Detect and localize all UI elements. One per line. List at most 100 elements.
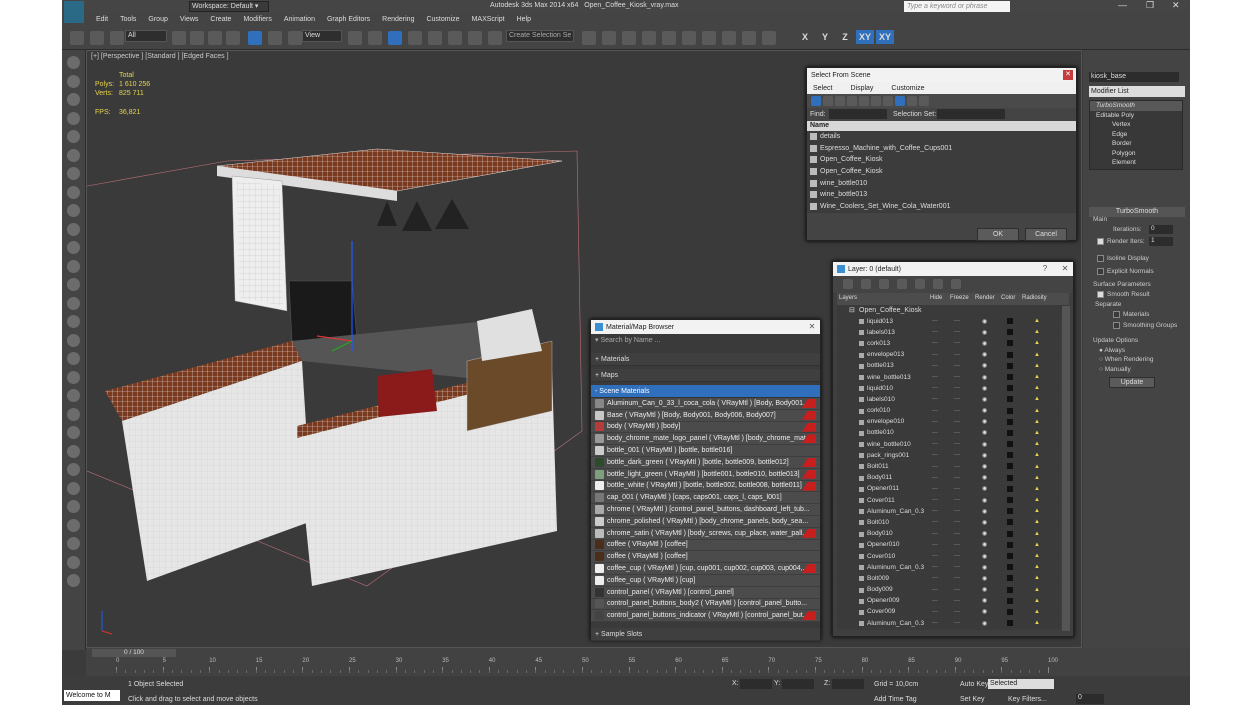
material-item[interactable]: chrome_polished ( VRayMtl ) [body_chrome… [591, 515, 820, 528]
left-tool-22[interactable] [67, 463, 80, 476]
hide-toggle-icon[interactable]: ··· [932, 475, 938, 481]
render-toggle-icon[interactable]: ◉ [982, 608, 987, 615]
render-toggle-icon[interactable]: ◉ [982, 541, 987, 548]
layer-row[interactable]: Aluminum_Can_0.3 ··· ··· ◉ ▲ [837, 618, 1061, 630]
freeze-toggle-icon[interactable]: ··· [954, 519, 960, 525]
freeze-toggle-icon[interactable]: ··· [954, 486, 960, 492]
toolbar-button-27[interactable] [762, 31, 776, 45]
material-item[interactable]: bottle_dark_green ( VRayMtl ) [bottle, b… [591, 456, 820, 469]
color-swatch-icon[interactable] [1007, 575, 1013, 582]
menu-modifiers[interactable]: Modifiers [243, 16, 271, 23]
layer-row[interactable]: Bolt010 ··· ··· ◉ ▲ [837, 517, 1061, 529]
scene-object-row[interactable]: wine_bottle013 [807, 189, 1076, 202]
left-tool-0[interactable] [67, 56, 80, 69]
color-swatch-icon[interactable] [1007, 385, 1013, 392]
z-coord-input[interactable] [832, 679, 864, 689]
radiosity-icon[interactable]: ▲ [1034, 385, 1040, 391]
menu-maxscript[interactable]: MAXScript [472, 16, 505, 23]
toolbar-button-19[interactable] [602, 31, 616, 45]
sample-slots-section[interactable]: + Sample Slots [591, 628, 820, 641]
hide-toggle-icon[interactable]: ··· [932, 542, 938, 548]
axis-xy-button[interactable]: XY [856, 30, 874, 44]
layer-row[interactable]: bottle013 ··· ··· ◉ ▲ [837, 361, 1061, 372]
layer-row[interactable]: cork013 ··· ··· ◉ ▲ [837, 338, 1061, 350]
radiosity-icon[interactable]: ▲ [1034, 486, 1040, 492]
radiosity-icon[interactable]: ▲ [1034, 620, 1040, 626]
freeze-toggle-icon[interactable]: ··· [954, 575, 960, 581]
hide-toggle-icon[interactable]: ··· [932, 363, 938, 369]
layer-row[interactable]: wine_bottle010 ··· ··· ◉ ▲ [837, 439, 1061, 451]
scene-object-row[interactable]: wine_bottle010 [807, 178, 1076, 190]
render-toggle-icon[interactable]: ◉ [982, 385, 987, 392]
color-swatch-icon[interactable] [1007, 463, 1013, 470]
layer-row[interactable]: pack_rings001 ··· ··· ◉ ▲ [837, 450, 1061, 462]
scene-materials-section[interactable]: - Scene Materials [591, 385, 820, 398]
toolbar-button-9[interactable] [288, 31, 302, 45]
toolbar-button-20[interactable] [622, 31, 636, 45]
hide-toggle-icon[interactable]: ··· [932, 531, 938, 537]
selection-set-select[interactable] [937, 109, 1005, 119]
toolbar-button-5[interactable] [208, 31, 222, 45]
left-tool-6[interactable] [67, 167, 80, 180]
modifier-stack-item[interactable]: Vertex [1090, 120, 1182, 130]
modifier-stack-item[interactable]: Polygon [1090, 149, 1182, 159]
radiosity-icon[interactable]: ▲ [1034, 497, 1040, 503]
close-window-button[interactable]: ✕ [1172, 0, 1180, 11]
material-item[interactable]: bottle_001 ( VRayMtl ) [bottle, bottle01… [591, 445, 820, 457]
hide-toggle-icon[interactable]: ··· [932, 587, 938, 593]
left-tool-5[interactable] [67, 148, 80, 162]
selection-filter-select[interactable]: All [125, 30, 167, 42]
radiosity-icon[interactable]: ▲ [1034, 564, 1040, 570]
render-toggle-icon[interactable]: ◉ [982, 374, 987, 381]
freeze-toggle-icon[interactable]: ··· [954, 340, 960, 346]
freeze-toggle-icon[interactable]: ··· [954, 598, 960, 604]
toolbar-button-3[interactable] [172, 31, 186, 45]
color-swatch-icon[interactable] [1007, 597, 1013, 604]
hide-toggle-icon[interactable]: ··· [932, 553, 938, 559]
smoothing-groups-checkbox[interactable]: Smoothing Groups [1113, 322, 1177, 329]
freeze-toggle-icon[interactable]: ··· [954, 329, 960, 335]
material-item[interactable]: control_panel ( VRayMtl ) [control_panel… [591, 586, 820, 599]
color-swatch-icon[interactable] [1007, 608, 1013, 615]
menu-views[interactable]: Views [180, 16, 199, 23]
layer-col-layers[interactable]: Layers [839, 295, 857, 301]
named-selection-select[interactable]: Create Selection Se [506, 30, 574, 42]
modifier-stack-item[interactable]: Edge [1090, 130, 1182, 140]
render-toggle-icon[interactable]: ◉ [982, 497, 987, 504]
layer-row[interactable]: Bolt009 ··· ··· ◉ ▲ [837, 573, 1061, 585]
menu-rendering[interactable]: Rendering [382, 16, 414, 23]
menu-graph-editors[interactable]: Graph Editors [327, 16, 370, 23]
radiosity-icon[interactable]: ▲ [1034, 575, 1040, 581]
layer-col-freeze[interactable]: Freeze [950, 295, 969, 301]
color-swatch-icon[interactable] [1007, 340, 1013, 347]
mat-browser-titlebar[interactable]: Material/Map Browser ✕ [591, 320, 820, 334]
layer-row[interactable]: Cover009 ··· ··· ◉ ▲ [837, 607, 1061, 619]
left-tool-8[interactable] [67, 204, 80, 217]
material-item[interactable]: chrome_satin ( VRayMtl ) [body_screws, c… [591, 527, 820, 540]
ref-coord-select[interactable]: View [302, 30, 342, 42]
freeze-toggle-icon[interactable]: ··· [954, 542, 960, 548]
freeze-toggle-icon[interactable]: ··· [954, 464, 960, 470]
layer-row[interactable]: Bolt011 ··· ··· ◉ ▲ [837, 461, 1061, 473]
layer-row[interactable]: Opener010 ··· ··· ◉ ▲ [837, 540, 1061, 551]
toolbar-button-17[interactable] [488, 31, 502, 45]
color-swatch-icon[interactable] [1007, 362, 1013, 369]
left-tool-16[interactable] [67, 352, 80, 365]
x-coord-input[interactable] [740, 679, 772, 689]
close-icon[interactable]: ✕ [1060, 264, 1070, 274]
material-item[interactable]: cap_001 ( VRayMtl ) [caps, caps001, caps… [591, 492, 820, 505]
hide-toggle-icon[interactable]: ··· [932, 430, 938, 436]
modifier-stack-item[interactable]: Element [1090, 158, 1182, 168]
toolbar-button-23[interactable] [682, 31, 696, 45]
name-column-header[interactable]: Name [807, 121, 1076, 131]
hide-toggle-icon[interactable]: ··· [932, 598, 938, 604]
cancel-button[interactable]: Cancel [1025, 228, 1067, 241]
track-bar[interactable]: 0 5 10 15 20 25 30 35 40 45 50 55 60 65 70 75 80 85 90 95 10… [116, 658, 1058, 674]
hide-toggle-icon[interactable]: ··· [932, 508, 938, 514]
render-toggle-icon[interactable]: ◉ [982, 575, 987, 582]
render-toggle-icon[interactable]: ◉ [982, 429, 987, 436]
layer-row[interactable]: envelope013 ··· ··· ◉ ▲ [837, 350, 1061, 361]
auto-key-button[interactable]: Auto Key [960, 681, 988, 688]
material-item[interactable]: body ( VRayMtl ) [body] [591, 421, 820, 434]
layer-row[interactable]: wine_bottle013 ··· ··· ◉ ▲ [837, 372, 1061, 384]
